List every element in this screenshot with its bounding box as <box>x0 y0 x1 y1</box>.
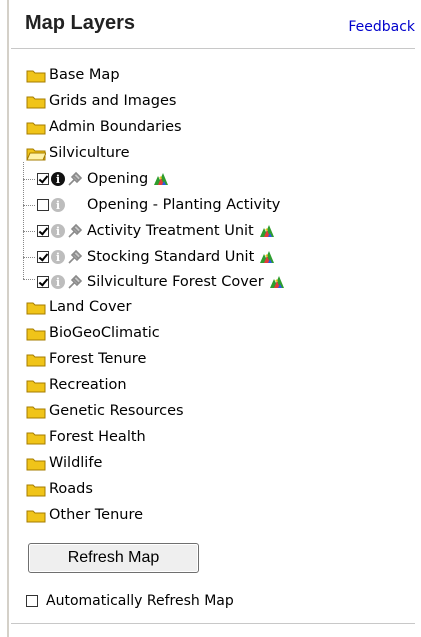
folder-icon <box>26 380 46 392</box>
feedback-link[interactable]: Feedback <box>348 19 415 35</box>
layer-label: Base Map <box>49 67 120 83</box>
identify-tool-icon[interactable] <box>67 249 83 265</box>
folder-icon <box>26 406 46 418</box>
tree-connector <box>23 231 35 232</box>
refresh-map-button[interactable]: Refresh Map <box>28 543 199 573</box>
layer-label: Roads <box>49 481 93 497</box>
layer-checkbox[interactable] <box>37 225 49 237</box>
folder-icon <box>26 328 46 340</box>
layer-label: Opening - Planting Activity <box>87 197 281 213</box>
layer-label: Land Cover <box>49 299 132 315</box>
info-icon[interactable]: i <box>51 198 65 212</box>
layer-folder-forest-health[interactable]: Forest Health <box>26 425 146 449</box>
layer-label: Forest Health <box>49 429 146 445</box>
identify-tool-icon[interactable] <box>67 171 83 187</box>
map-layers-panel: Map Layers Feedback Base Map Grids and I… <box>0 0 421 637</box>
layer-label: Grids and Images <box>49 93 177 109</box>
folder-open-icon <box>26 148 46 160</box>
layer-checkbox[interactable] <box>37 173 49 185</box>
layer-folder-forest-tenure[interactable]: Forest Tenure <box>26 347 146 371</box>
identify-tool-icon[interactable] <box>67 223 83 239</box>
tree-connector <box>23 279 35 280</box>
layer-folder-recreation[interactable]: Recreation <box>26 373 127 397</box>
layer-item-opening-planting-activity: i Opening - Planting Activity <box>37 193 280 217</box>
layer-checkbox[interactable] <box>37 199 49 211</box>
folder-icon <box>26 122 46 134</box>
footer-divider <box>11 623 415 624</box>
layer-folder-genetic-resources[interactable]: Genetic Resources <box>26 399 184 423</box>
layer-label: Wildlife <box>49 455 103 471</box>
identify-tool-icon[interactable] <box>67 274 83 290</box>
tree-connector <box>23 205 35 206</box>
layer-item-opening: i Opening <box>37 167 169 191</box>
folder-icon <box>26 432 46 444</box>
layer-label: Recreation <box>49 377 127 393</box>
layer-folder-grids-and-images[interactable]: Grids and Images <box>26 89 176 113</box>
layer-checkbox[interactable] <box>37 276 49 288</box>
info-icon[interactable]: i <box>51 275 65 289</box>
layer-label: Admin Boundaries <box>49 119 182 135</box>
layer-folder-admin-boundaries[interactable]: Admin Boundaries <box>26 115 182 139</box>
layer-folder-biogeoclimatic[interactable]: BioGeoClimatic <box>26 321 160 345</box>
layer-item-silviculture-forest-cover: i Silviculture Forest Cover <box>37 270 285 294</box>
layer-folder-land-cover[interactable]: Land Cover <box>26 295 131 319</box>
tree-connector <box>23 179 35 180</box>
layer-folder-other-tenure[interactable]: Other Tenure <box>26 503 143 527</box>
layer-label: Activity Treatment Unit <box>87 223 254 239</box>
layer-item-activity-treatment-unit: i Activity Treatment Unit <box>37 219 275 243</box>
layer-item-stocking-standard-unit: i Stocking Standard Unit <box>37 245 275 269</box>
header-divider <box>11 48 415 49</box>
tree-connector <box>23 257 35 258</box>
layer-folder-roads[interactable]: Roads <box>26 477 93 501</box>
auto-refresh-label: Automatically Refresh Map <box>46 593 234 609</box>
layer-folder-silviculture[interactable]: Silviculture <box>26 141 130 165</box>
layer-label: Silviculture Forest Cover <box>87 274 264 290</box>
layer-folder-base-map[interactable]: Base Map <box>26 63 120 87</box>
layer-label: Genetic Resources <box>49 403 184 419</box>
layer-label: Silviculture <box>49 145 130 161</box>
layer-checkbox[interactable] <box>37 251 49 263</box>
legend-icon[interactable] <box>259 250 275 264</box>
layer-label: Opening <box>87 171 149 187</box>
legend-icon[interactable] <box>259 224 275 238</box>
folder-icon <box>26 510 46 522</box>
layer-label: BioGeoClimatic <box>49 325 160 341</box>
folder-icon <box>26 354 46 366</box>
panel-left-border <box>7 0 9 637</box>
folder-icon <box>26 484 46 496</box>
info-icon[interactable]: i <box>51 172 65 186</box>
auto-refresh-row: Automatically Refresh Map <box>26 593 234 609</box>
legend-icon[interactable] <box>269 275 285 289</box>
folder-icon <box>26 96 46 108</box>
page-title: Map Layers <box>25 12 136 34</box>
auto-refresh-checkbox[interactable] <box>26 595 38 607</box>
folder-icon <box>26 458 46 470</box>
info-icon[interactable]: i <box>51 224 65 238</box>
layer-folder-wildlife[interactable]: Wildlife <box>26 451 102 475</box>
layer-label: Forest Tenure <box>49 351 147 367</box>
legend-icon[interactable] <box>153 172 169 186</box>
folder-icon <box>26 302 46 314</box>
layer-label: Stocking Standard Unit <box>87 249 255 265</box>
folder-icon <box>26 70 46 82</box>
layer-label: Other Tenure <box>49 507 144 523</box>
info-icon[interactable]: i <box>51 250 65 264</box>
